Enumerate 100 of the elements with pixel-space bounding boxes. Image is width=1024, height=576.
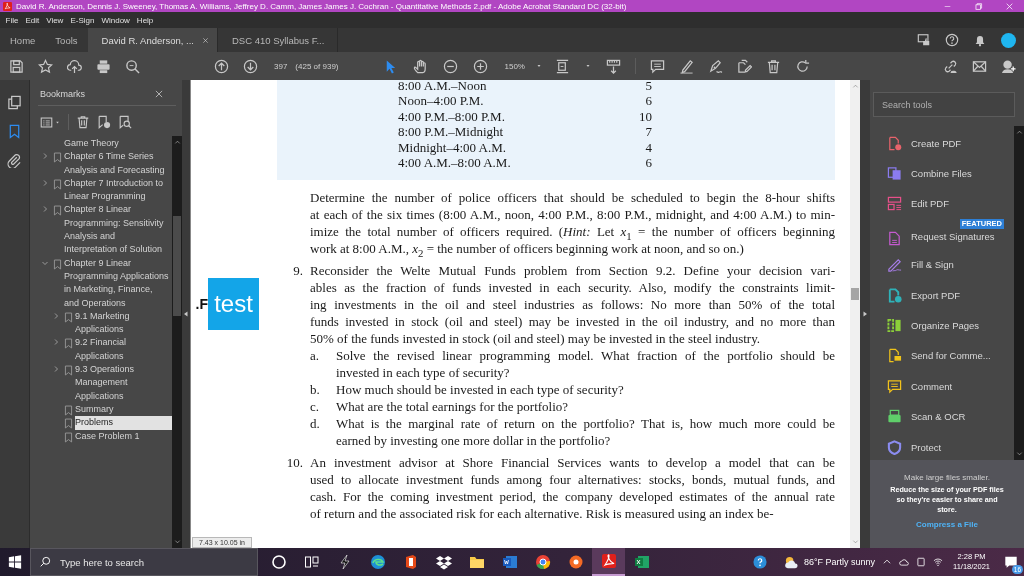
- trash-icon[interactable]: [765, 58, 781, 74]
- tool-item[interactable]: Send for Comme...: [870, 340, 1014, 372]
- bookmark-item[interactable]: Case Problem 1: [75, 429, 172, 443]
- print-icon[interactable]: [96, 58, 111, 74]
- taskbar-button[interactable]: [592, 548, 625, 576]
- windows-logo-icon[interactable]: [8, 555, 22, 569]
- chevron-up-icon[interactable]: [882, 557, 892, 567]
- table-cell-text: 6: [644, 93, 652, 109]
- cloud-upload-icon[interactable]: [67, 58, 82, 74]
- tool-item[interactable]: Scan & OCR: [870, 401, 1014, 432]
- save-icon[interactable]: [9, 58, 24, 74]
- scrollbar[interactable]: [850, 80, 860, 548]
- bookmark-icon[interactable]: [7, 124, 22, 139]
- collapse-arrow-icon[interactable]: [182, 310, 190, 318]
- zoom-in-icon[interactable]: [472, 58, 488, 74]
- menu-item[interactable]: Edit: [21, 15, 43, 25]
- bookmark-item[interactable]: 9.3 Operations Management Applications: [75, 363, 172, 403]
- bookmark-item[interactable]: 9.2 Financial Applications: [75, 336, 172, 364]
- menu-item[interactable]: Help: [133, 15, 157, 25]
- page-number-field[interactable]: 397: [274, 61, 288, 71]
- pen-icon[interactable]: [678, 58, 694, 74]
- paperclip-icon[interactable]: [7, 153, 22, 168]
- bell-icon[interactable]: [973, 33, 987, 47]
- scrollbar-thumb[interactable]: [173, 216, 181, 316]
- tool-item[interactable]: Organize Pages: [870, 310, 1014, 341]
- trash-icon[interactable]: [76, 115, 90, 129]
- feedback-icon[interactable]: [917, 33, 931, 47]
- tab[interactable]: David R. Anderson, ...: [87, 28, 218, 52]
- tablet-icon[interactable]: [916, 557, 926, 567]
- scroll-down-icon[interactable]: [1015, 450, 1023, 457]
- tool-item[interactable]: Comment: [870, 371, 1014, 402]
- bookmark-add-icon[interactable]: [97, 115, 111, 129]
- tool-item[interactable]: Export PDF: [870, 279, 1014, 311]
- bookmark-item[interactable]: Problems: [75, 416, 172, 430]
- weather-text[interactable]: 86°F Partly sunny: [803, 557, 875, 567]
- tool-item[interactable]: Combine Files: [870, 158, 1014, 189]
- add-user-icon[interactable]: [1001, 58, 1016, 74]
- bookmark-item[interactable]: Chapter 7 Introduction to Linear Programming: [64, 176, 172, 204]
- scrollbar[interactable]: [1014, 126, 1024, 460]
- search-field[interactable]: Search tools: [873, 92, 1015, 117]
- close-icon[interactable]: [201, 36, 209, 44]
- mail-icon[interactable]: [972, 58, 987, 74]
- scroll-down-icon[interactable]: [173, 538, 181, 545]
- fit-page-icon[interactable]: [554, 58, 570, 74]
- bookmark-icon: [52, 152, 63, 164]
- bookmark-item[interactable]: Chapter 9 Linear Programming Applications in Marketing, Finance, and Operations: [64, 256, 172, 310]
- wifi-icon[interactable]: [933, 557, 943, 567]
- help-icon[interactable]: [945, 33, 959, 47]
- table-cell-text: 4:00 P.M.–8:00 P.M.: [398, 108, 506, 125]
- help-icon[interactable]: [752, 555, 767, 569]
- zoom-dropdown[interactable]: 150%: [504, 61, 543, 71]
- tool-item[interactable]: Fill & Sign: [870, 249, 1014, 280]
- search-icon[interactable]: [125, 58, 140, 74]
- table-cell-text: Noon–4:00 P.M.: [398, 93, 485, 109]
- bookmark-icon: [63, 338, 74, 350]
- expand-arrow-icon[interactable]: [861, 310, 869, 318]
- scrollbar[interactable]: [172, 136, 182, 548]
- notification-icon[interactable]: [1004, 555, 1018, 569]
- bookmark-search-icon[interactable]: [118, 115, 132, 129]
- menu-item[interactable]: E-Sign: [66, 15, 98, 25]
- bookmark-item[interactable]: 9.1 Marketing Applications: [75, 309, 172, 337]
- circle-icon: [270, 554, 287, 570]
- bookmark-item[interactable]: Chapter 6 Time Series Analysis and Forecasting: [64, 150, 172, 177]
- menu-item[interactable]: Window: [97, 15, 134, 25]
- document-edit-icon[interactable]: [736, 58, 752, 74]
- tool-item[interactable]: Edit PDF: [870, 188, 1014, 220]
- zoom-out-icon[interactable]: [442, 58, 458, 74]
- tool-item[interactable]: Create PDF: [870, 128, 1014, 159]
- star-icon[interactable]: [38, 58, 53, 74]
- bookmark-item[interactable]: Summary: [75, 402, 172, 417]
- bookmark-item[interactable]: Chapter 8 Linear Programming: Sensitivity Analysis and Interpretation of Solution: [64, 203, 172, 257]
- avatar-icon[interactable]: [1001, 32, 1016, 48]
- sun-cloud-icon[interactable]: [783, 554, 799, 570]
- options-icon[interactable]: [40, 115, 53, 129]
- bookmark-icon: [63, 418, 74, 430]
- signature-pen-icon[interactable]: [707, 58, 723, 74]
- spreadsheet-app-icon: [633, 554, 650, 570]
- scroll-up-icon[interactable]: [173, 139, 181, 146]
- restore-icon[interactable]: [974, 1, 983, 11]
- bookmark-item[interactable]: Game Theory: [64, 137, 172, 151]
- comment-icon[interactable]: [649, 58, 665, 74]
- bookmark-icon: [52, 258, 63, 270]
- menu-item[interactable]: View: [42, 15, 67, 25]
- rotate-icon[interactable]: [794, 58, 810, 74]
- tool-item[interactable]: Request Signatures: [870, 229, 1014, 250]
- link-icon[interactable]: [943, 58, 958, 74]
- tool-item[interactable]: Protect: [870, 431, 1014, 460]
- pages-icon[interactable]: [7, 95, 22, 110]
- cloud-icon[interactable]: [899, 557, 909, 567]
- search-field[interactable]: Type here to search: [30, 548, 258, 576]
- scroll-up-icon[interactable]: [1015, 129, 1023, 136]
- window-title: David R. Anderson, Dennis J. Sweeney, Thomas A. Williams, Jeffrey D. Camm, James James J. Cochran - Quantitative Methods 2.pdf - Adobe Acrobat Standard DC (32-bit): [16, 1, 627, 11]
- tab[interactable]: Home: [0, 28, 46, 52]
- menu-item[interactable]: File: [2, 15, 22, 25]
- folder-icon: [468, 554, 485, 570]
- close-icon[interactable]: [154, 89, 164, 99]
- hand-icon[interactable]: [412, 58, 428, 74]
- scrollbar-thumb[interactable]: [851, 288, 859, 300]
- tab[interactable]: Tools: [45, 28, 88, 52]
- ruler-icon[interactable]: [605, 58, 621, 74]
